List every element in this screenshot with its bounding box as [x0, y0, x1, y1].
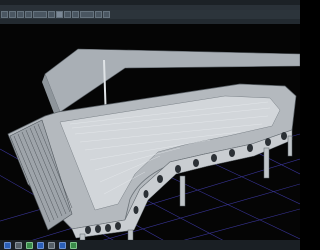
status-icon-2[interactable]	[15, 241, 22, 249]
harpsichord-model	[7, 48, 300, 240]
select-tool-button[interactable]	[1, 11, 8, 18]
status-icon-1[interactable]	[4, 241, 11, 249]
status-bar	[0, 240, 300, 250]
scene-canvas	[0, 48, 300, 240]
undo-button[interactable]	[95, 11, 102, 18]
status-icon-6[interactable]	[59, 241, 66, 249]
status-icon-4[interactable]	[37, 241, 44, 249]
display-mode-button[interactable]	[80, 11, 94, 18]
redo-button[interactable]	[103, 11, 110, 18]
render-tool-button[interactable]	[33, 11, 47, 18]
scale-tool-button[interactable]	[25, 11, 32, 18]
3d-viewport[interactable]	[0, 24, 300, 240]
grid-tool-button[interactable]	[72, 11, 79, 18]
light-tool-button[interactable]	[64, 11, 71, 18]
main-toolbar	[0, 10, 300, 19]
view-tool-button[interactable]	[48, 11, 55, 18]
status-icon-7[interactable]	[70, 241, 77, 249]
camera-tool-button[interactable]	[56, 11, 63, 18]
status-icon-3[interactable]	[26, 241, 33, 249]
status-icon-5[interactable]	[48, 241, 55, 249]
move-tool-button[interactable]	[9, 11, 16, 18]
rotate-tool-button[interactable]	[17, 11, 24, 18]
